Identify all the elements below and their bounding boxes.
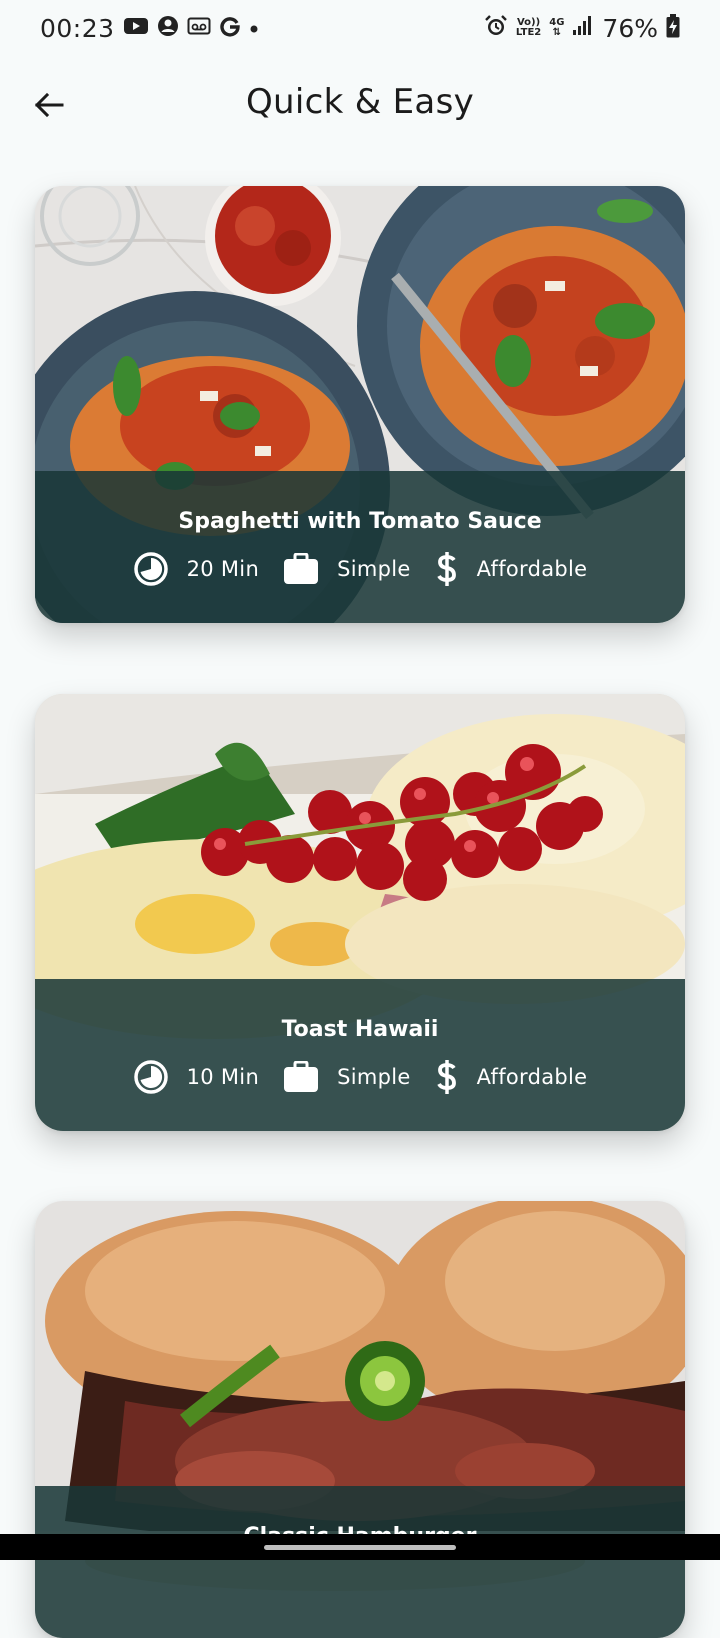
system-navigation-bar	[0, 1534, 720, 1560]
meal-info-overlay: Classic Hamburger	[35, 1486, 685, 1638]
meal-info-overlay: Spaghetti with Tomato Sauce 20 Min Simpl…	[35, 471, 685, 623]
network-bottom: LTE2	[515, 27, 542, 38]
google-icon	[219, 15, 241, 41]
app-bar: Quick & Easy	[0, 64, 720, 144]
meal-card[interactable]: Classic Hamburger	[35, 1201, 685, 1638]
meal-duration: 20 Min	[133, 551, 259, 587]
status-right: Vo)) LTE2 4G ⇅ 76%	[484, 14, 680, 43]
meal-title: Spaghetti with Tomato Sauce	[178, 509, 542, 534]
meal-complexity-text: Simple	[337, 557, 411, 581]
meal-duration-text: 10 Min	[186, 1065, 260, 1089]
clock-icon	[133, 1059, 169, 1095]
briefcase-icon	[283, 553, 319, 585]
meal-info-overlay: Toast Hawaii 10 Min Simple Affordable	[35, 979, 685, 1131]
dollar-icon	[435, 1059, 459, 1095]
meal-affordability-text: Affordable	[476, 1065, 588, 1089]
home-gesture-handle[interactable]	[264, 1545, 456, 1550]
status-left: 00:23	[40, 14, 259, 43]
dollar-icon	[435, 551, 459, 587]
signal-icon	[572, 15, 594, 41]
meal-complexity-text: Simple	[337, 1065, 411, 1089]
meal-affordability-text: Affordable	[476, 557, 588, 581]
meal-complexity: Simple	[283, 1061, 411, 1093]
battery-charging-icon	[666, 14, 680, 42]
meal-duration-text: 20 Min	[186, 557, 260, 581]
page-title: Quick & Easy	[245, 82, 475, 122]
meal-meta-row: 20 Min Simple Affordable	[35, 551, 685, 587]
meal-duration: 10 Min	[133, 1059, 259, 1095]
meal-title: Toast Hawaii	[281, 1017, 439, 1042]
meal-card[interactable]: Spaghetti with Tomato Sauce 20 Min Simpl…	[35, 186, 685, 623]
status-time: 00:23	[40, 13, 115, 43]
battery-percent: 76%	[602, 13, 658, 43]
meal-affordability: Affordable	[435, 551, 588, 587]
meal-meta-row: 10 Min Simple Affordable	[35, 1059, 685, 1095]
network-indicator: Vo)) LTE2	[516, 18, 541, 38]
meal-complexity: Simple	[283, 553, 411, 585]
meal-affordability: Affordable	[435, 1059, 588, 1095]
dot-icon	[249, 19, 259, 38]
youtube-icon	[123, 16, 149, 40]
briefcase-icon	[283, 1061, 319, 1093]
status-bar: 00:23 Vo)) LTE2 4G ⇅ 76%	[0, 0, 720, 56]
clock-icon	[133, 551, 169, 587]
data-arrows-icon: ⇅	[552, 27, 562, 38]
alarm-icon	[484, 14, 508, 42]
meal-card[interactable]: Toast Hawaii 10 Min Simple Affordable	[35, 694, 685, 1131]
voicemail-icon	[187, 16, 211, 40]
generation-indicator: 4G ⇅	[549, 18, 564, 38]
account-circle-icon	[157, 15, 179, 41]
